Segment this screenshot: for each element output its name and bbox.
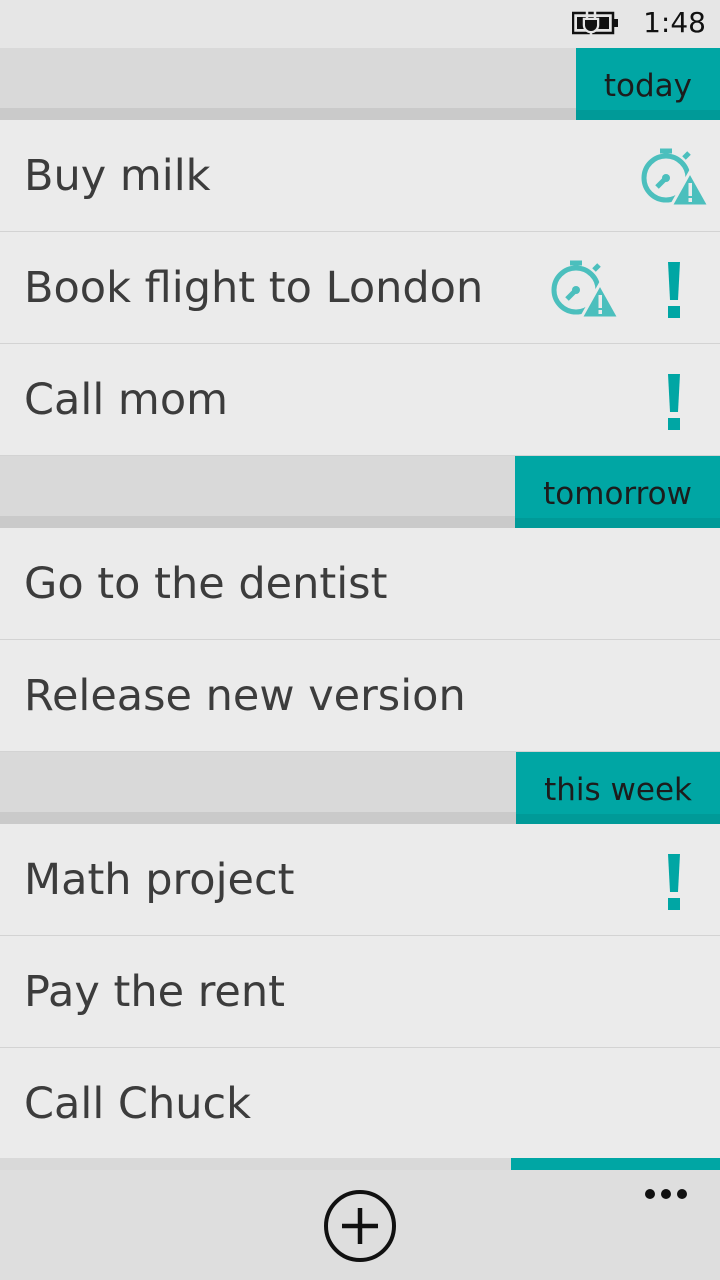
more-button[interactable] <box>640 1184 692 1204</box>
task-title: Math project <box>24 855 295 905</box>
group-label: today <box>603 68 692 104</box>
priority-icon <box>664 262 684 318</box>
group-tab-shade <box>516 814 720 824</box>
overdue-alarm-icon <box>638 142 712 208</box>
group-header: tomorrow <box>0 456 720 528</box>
group-tab[interactable]: this week <box>516 752 720 824</box>
battery-charging-icon <box>572 11 618 36</box>
task-list: today Buy milk Book flight to London Call m… <box>0 48 720 1160</box>
status-bar: 1:48 <box>0 0 720 48</box>
group-header: this week <box>0 752 720 824</box>
task-title: Pay the rent <box>24 967 286 1017</box>
group-label: this week <box>544 772 692 808</box>
priority-icon <box>664 374 684 430</box>
task-row[interactable]: Release new version <box>0 640 720 752</box>
task-row[interactable]: Pay the rent <box>0 936 720 1048</box>
task-title: Buy milk <box>24 151 211 201</box>
group-tab-shade <box>575 110 720 120</box>
group-header: today <box>0 48 720 120</box>
task-title: Call Chuck <box>24 1079 252 1129</box>
task-row[interactable]: Book flight to London <box>0 232 720 344</box>
group-tab[interactable]: tomorrow <box>515 456 720 528</box>
overdue-alarm-icon <box>548 254 622 320</box>
task-title: Release new version <box>24 671 466 721</box>
task-row[interactable]: Buy milk <box>0 120 720 232</box>
add-button[interactable] <box>323 1189 397 1263</box>
task-title: Call mom <box>24 375 229 425</box>
task-row[interactable]: Call mom <box>0 344 720 456</box>
task-row[interactable]: Call Chuck <box>0 1048 720 1160</box>
task-title: Go to the dentist <box>24 559 388 609</box>
group-tab[interactable]: today <box>575 48 720 120</box>
task-row[interactable]: Go to the dentist <box>0 528 720 640</box>
status-time: 1:48 <box>643 6 706 39</box>
group-label: tomorrow <box>543 476 692 512</box>
app-bar <box>0 1170 720 1280</box>
group-tab-shade <box>515 518 720 528</box>
task-title: Book flight to London <box>24 263 484 313</box>
priority-icon <box>664 854 684 910</box>
task-row[interactable]: Math project <box>0 824 720 936</box>
